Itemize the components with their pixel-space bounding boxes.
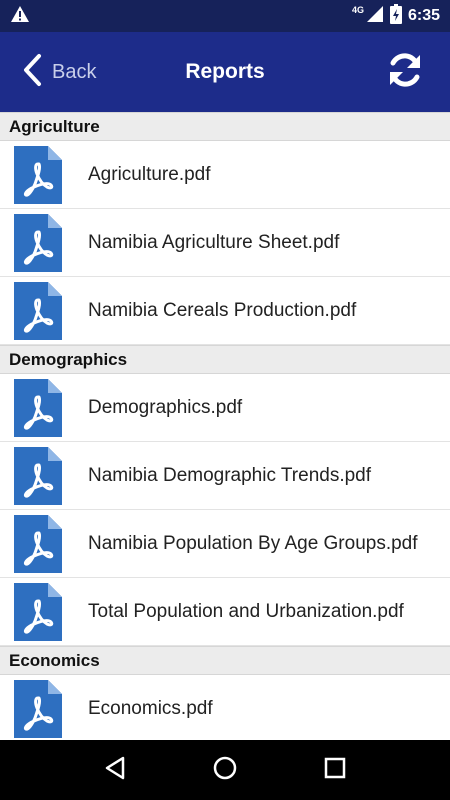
report-item[interactable]: Namibia Cereals Production.pdf <box>0 277 450 345</box>
report-item-label: Namibia Demographic Trends.pdf <box>88 464 372 486</box>
refresh-button[interactable] <box>386 32 424 112</box>
report-item[interactable]: Namibia Population By Age Groups.pdf <box>0 510 450 578</box>
report-item-label: Namibia Agriculture Sheet.pdf <box>88 231 340 253</box>
home-circle-icon <box>213 756 237 785</box>
pdf-file-icon <box>14 378 62 437</box>
report-item[interactable]: Total Population and Urbanization.pdf <box>0 578 450 646</box>
report-item-label: Agriculture.pdf <box>88 163 211 185</box>
chevron-left-icon <box>22 53 42 92</box>
navigation-bar <box>0 740 450 800</box>
section-header: Agriculture <box>0 112 450 141</box>
back-triangle-icon <box>104 756 126 785</box>
pdf-file-icon <box>14 514 62 573</box>
warning-icon <box>10 5 30 28</box>
report-item-label: Namibia Population By Age Groups.pdf <box>88 532 418 554</box>
status-bar: 4G 6:35 <box>0 0 450 32</box>
status-time: 6:35 <box>407 7 440 24</box>
report-item[interactable]: Namibia Demographic Trends.pdf <box>0 442 450 510</box>
pdf-file-icon <box>14 281 62 340</box>
report-item-label: Namibia Cereals Production.pdf <box>88 299 357 321</box>
report-item[interactable]: Demographics.pdf <box>0 374 450 442</box>
page-title: Reports <box>185 60 265 83</box>
status-left <box>10 5 30 28</box>
app-bar: Back Reports <box>0 32 450 112</box>
section-header: Demographics <box>0 345 450 374</box>
pdf-file-icon <box>14 145 62 204</box>
section-header: Economics <box>0 646 450 675</box>
recents-square-icon <box>324 757 346 784</box>
back-button[interactable]: Back <box>22 32 96 112</box>
pdf-file-icon <box>14 213 62 272</box>
report-list[interactable]: Agriculture Agriculture.pdf Namibia Agricu… <box>0 112 450 740</box>
status-right: 4G 6:35 <box>351 3 440 29</box>
refresh-icon <box>386 51 424 94</box>
pdf-file-icon <box>14 446 62 505</box>
pdf-file-icon <box>14 582 62 641</box>
nav-recents-button[interactable] <box>315 750 355 790</box>
back-label: Back <box>52 60 97 83</box>
nav-back-button[interactable] <box>95 750 135 790</box>
report-item-label: Total Population and Urbanization.pdf <box>88 600 404 622</box>
network-type: 4G <box>351 5 364 15</box>
nav-home-button[interactable] <box>205 750 245 790</box>
report-item-label: Demographics.pdf <box>88 396 243 418</box>
pdf-file-icon <box>14 679 62 738</box>
report-item[interactable]: Economics.pdf <box>0 675 450 740</box>
battery-charging-icon <box>389 3 402 29</box>
report-item[interactable]: Agriculture.pdf <box>0 141 450 209</box>
report-item[interactable]: Namibia Agriculture Sheet.pdf <box>0 209 450 277</box>
report-item-label: Economics.pdf <box>88 697 213 719</box>
signal-icon <box>366 5 384 28</box>
